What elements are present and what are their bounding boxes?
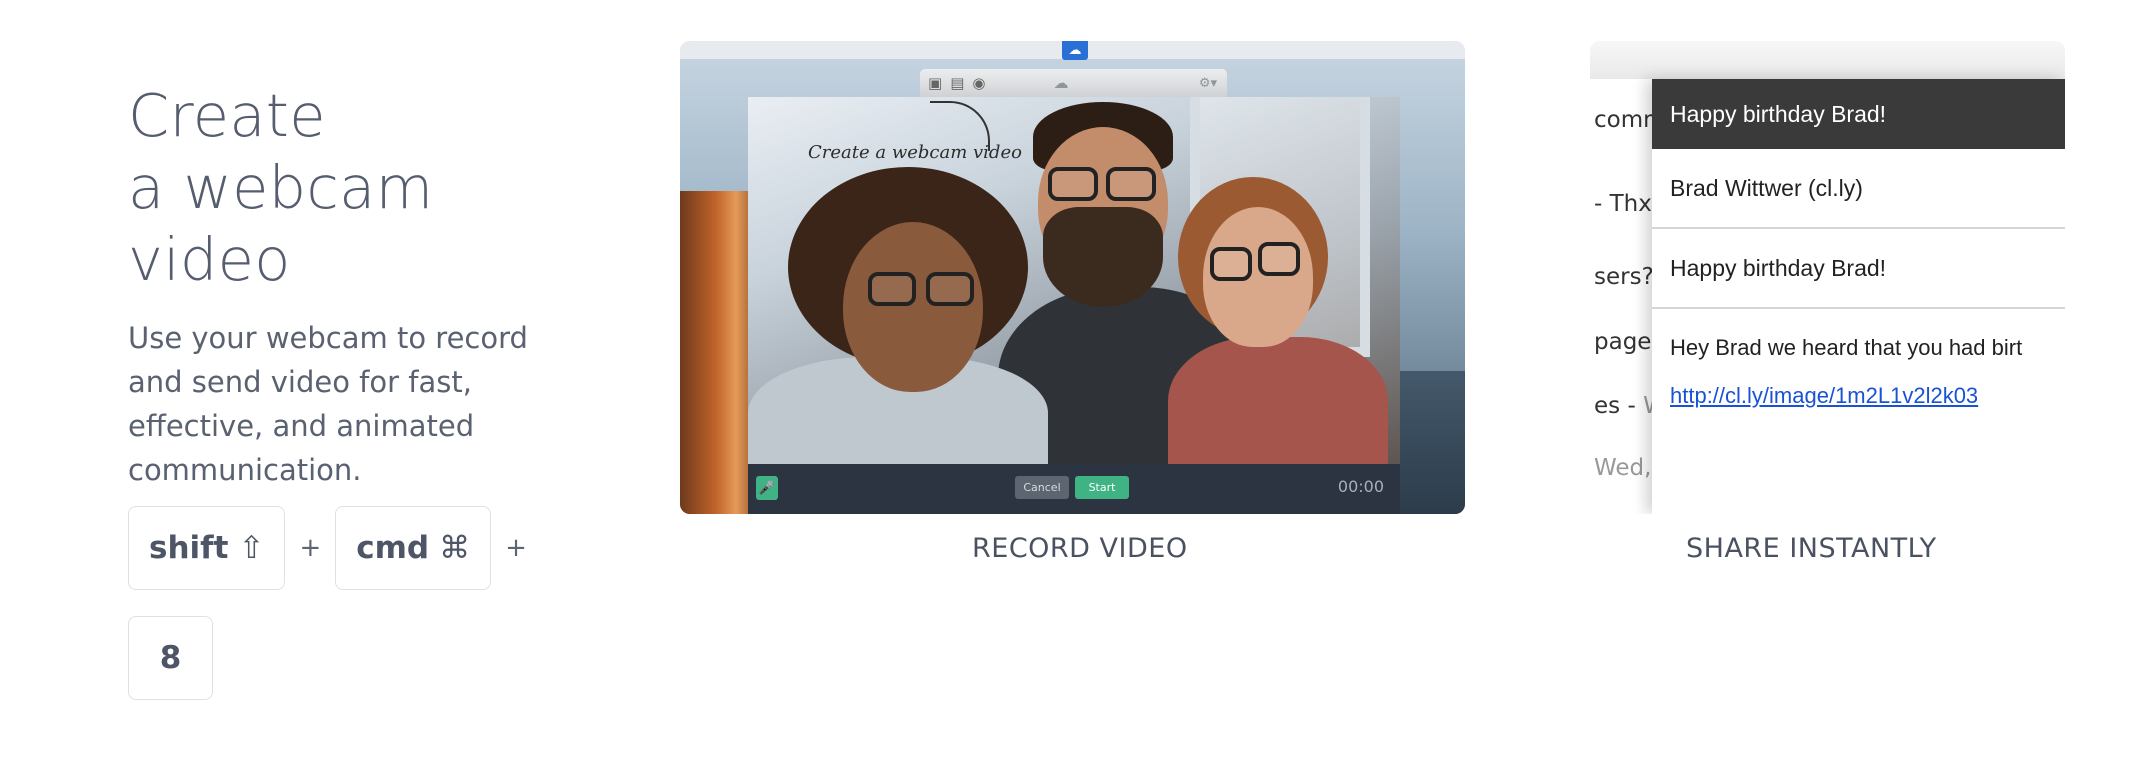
film-icon: ▤ [950, 74, 965, 92]
glasses [926, 272, 974, 306]
eight-key-label: 8 [159, 640, 182, 676]
cmd-key: cmd ⌘ [335, 506, 492, 590]
glasses [1210, 247, 1252, 281]
plus-sign: + [299, 533, 322, 563]
command-icon: ⌘ [439, 530, 471, 566]
eight-key: 8 [128, 616, 213, 700]
email-subject: Happy birthday Brad! [1652, 229, 2065, 309]
share-instantly-caption: SHARE INSTANTLY [1686, 533, 1937, 564]
email-body: Hey Brad we heard that you had birt http… [1652, 309, 2065, 435]
shift-key: shift ⇧ [128, 506, 286, 590]
recording-timer: 00:00 [1337, 477, 1384, 496]
glasses [1106, 167, 1156, 201]
cloud-icon: ☁ [1053, 74, 1069, 92]
shift-key-label: shift [149, 530, 229, 566]
shift-icon: ⇧ [238, 530, 265, 566]
email-body-text: Hey Brad we heard that you had birt [1670, 335, 2023, 360]
capture-toolbar: ▣ ▤ ◉ ☁ ⚙▾ [920, 69, 1227, 97]
share-instantly-screenshot: comm - Thx! sers? page - es - W Wed, S c… [1590, 41, 2065, 514]
cloud-icon: ☁ [1062, 41, 1088, 60]
recording-controls: 🎤 Cancel Start 00:00 [748, 464, 1400, 514]
wallpaper-rock [1395, 371, 1465, 514]
start-button[interactable]: Start [1075, 476, 1129, 499]
camera-icon: ▣ [928, 74, 943, 92]
hero-section: Create a webcam video Use your webcam to… [128, 80, 548, 492]
email-header: Happy birthday Brad! [1652, 79, 2065, 149]
glasses [1258, 242, 1300, 276]
window-topbar [1590, 41, 2065, 79]
hero-title: Create a webcam video [128, 80, 548, 296]
gear-icon: ⚙▾ [1198, 75, 1217, 91]
person-face [843, 222, 983, 392]
keyboard-shortcut: shift ⇧ + cmd ⌘ + 8 [128, 506, 548, 700]
hero-title-line: Create [128, 81, 326, 150]
record-video-screenshot: ☁ ▣ ▤ ◉ ☁ ⚙▾ Create a webcam video 🎤 Can… [680, 41, 1465, 514]
glasses [868, 272, 916, 306]
overlay-caption: Create a webcam video [808, 142, 1022, 163]
person-beard [1043, 207, 1163, 307]
hero-title-line: a webcam [128, 153, 434, 222]
message-list: comm - Thx! sers? page - es - W Wed, S c… [1590, 79, 1673, 514]
email-view: Happy birthday Brad! Brad Wittwer (cl.ly… [1652, 79, 2065, 514]
person-body [1168, 337, 1388, 464]
plus-sign: + [505, 533, 527, 563]
share-link[interactable]: http://cl.ly/image/1m2L1v2l2k03 [1670, 383, 2047, 409]
cancel-button[interactable]: Cancel [1015, 476, 1069, 499]
microphone-icon[interactable]: 🎤 [756, 476, 778, 500]
record-video-caption: RECORD VIDEO [972, 533, 1188, 564]
email-from: Brad Wittwer (cl.ly) [1652, 149, 2065, 229]
hero-title-line: video [128, 225, 291, 294]
hero-description: Use your webcam to record and send video… [128, 321, 528, 487]
glasses [1048, 167, 1098, 201]
cmd-key-label: cmd [356, 530, 430, 566]
webcam-icon: ◉ [972, 74, 986, 92]
list-item: sers? [1594, 264, 1654, 290]
